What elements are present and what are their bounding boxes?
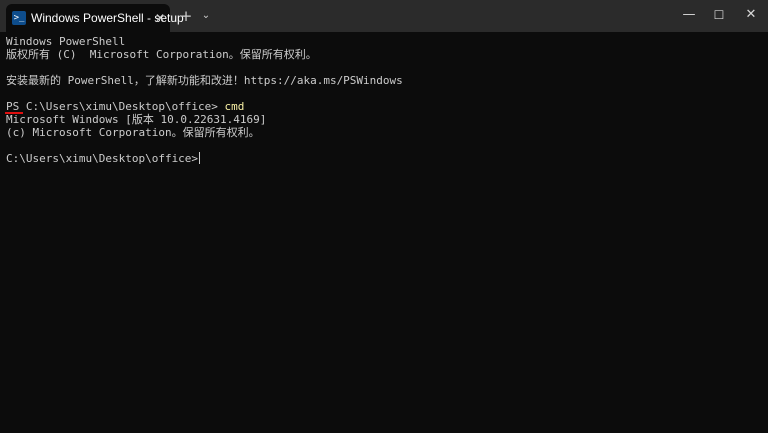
new-tab-button[interactable]: + [178, 6, 194, 26]
cmd-prompt: C:\Users\ximu\Desktop\office> [6, 152, 199, 165]
terminal-window: >_ Windows PowerShell - setup ✕ + ⌄ — ☐ … [0, 0, 768, 433]
maximize-button[interactable]: ☐ [702, 0, 736, 30]
command-text: cmd [224, 100, 245, 113]
tab-close-icon[interactable]: ✕ [153, 9, 167, 27]
close-button[interactable]: ✕ [734, 0, 768, 30]
title-bar[interactable]: >_ Windows PowerShell - setup ✕ + ⌄ — ☐ … [0, 0, 768, 32]
output-line: Microsoft Windows [版本 10.0.22631.4169] [6, 113, 267, 126]
text-cursor [199, 152, 201, 164]
powershell-icon: >_ [12, 11, 26, 25]
output-line: Windows PowerShell [6, 35, 126, 48]
powershell-prompt: PS C:\Users\ximu\Desktop\office> [6, 100, 225, 113]
current-prompt[interactable]: C:\Users\ximu\Desktop\office> [6, 152, 201, 165]
terminal-output[interactable]: Windows PowerShell 版权所有 (C) Microsoft Co… [0, 32, 768, 433]
minimize-button[interactable]: — [672, 0, 706, 30]
output-line: 版权所有 (C) Microsoft Corporation。保留所有权利。 [6, 48, 317, 61]
output-line: (c) Microsoft Corporation。保留所有权利。 [6, 126, 260, 139]
tab-powershell[interactable]: >_ Windows PowerShell - setup ✕ [6, 4, 184, 32]
chevron-down-icon[interactable]: ⌄ [198, 6, 214, 26]
red-underline-annotation [5, 112, 23, 114]
prompt-line: PS C:\Users\ximu\Desktop\office> cmd [6, 100, 244, 113]
output-line: 安装最新的 PowerShell，了解新功能和改进！https://aka.ms… [6, 74, 403, 87]
